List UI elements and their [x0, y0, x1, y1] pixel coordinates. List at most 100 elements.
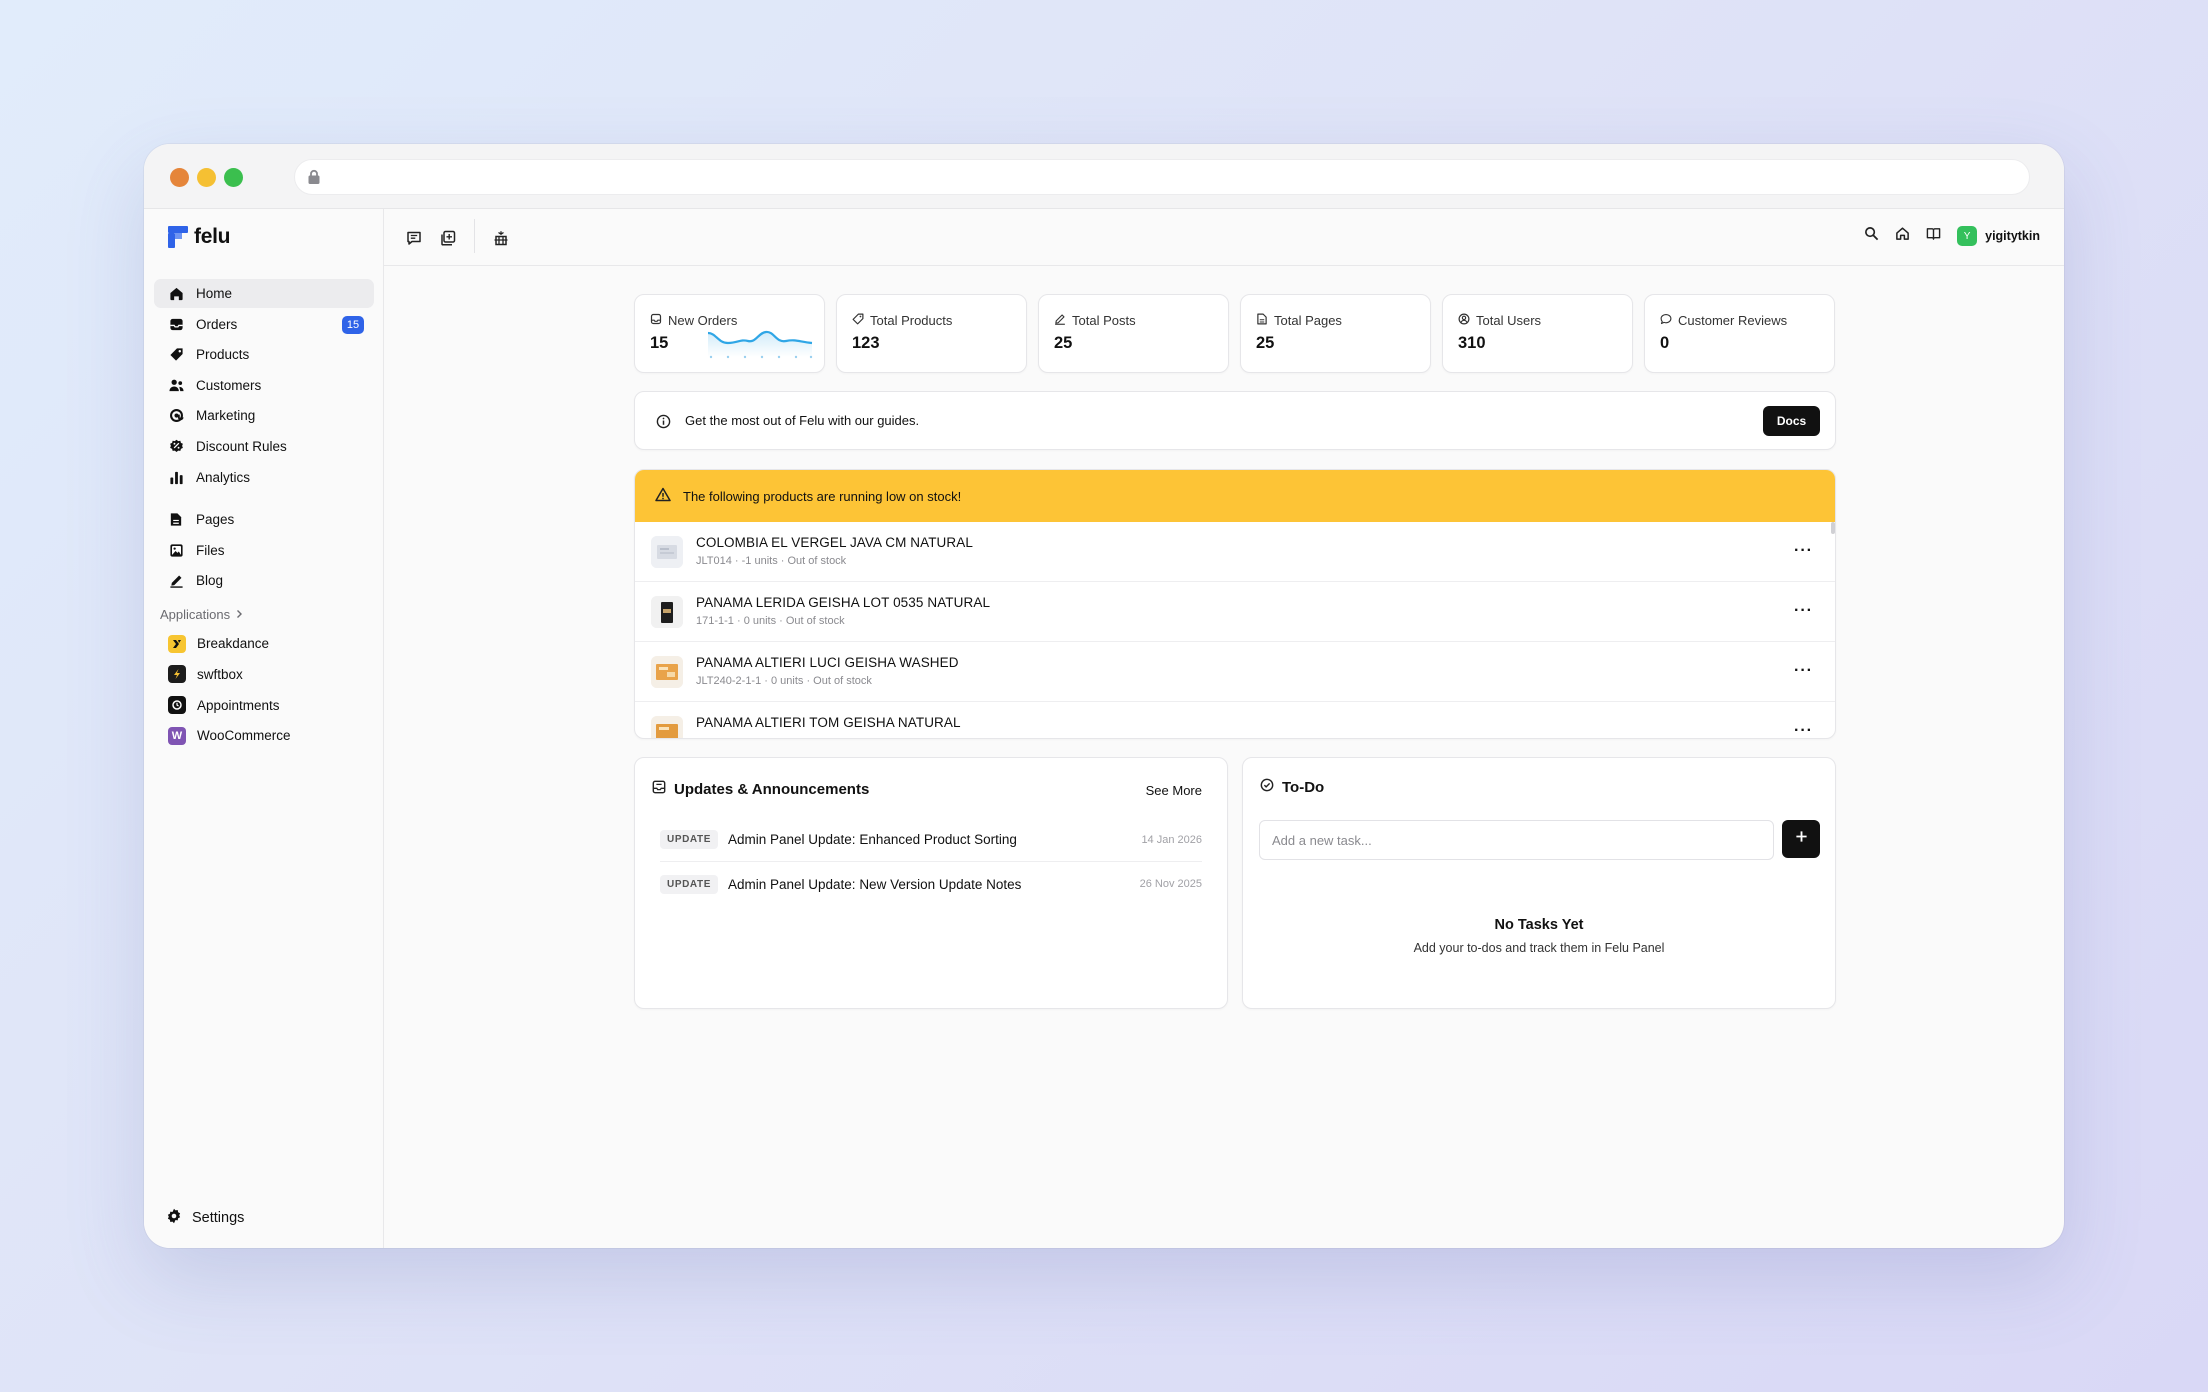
search-icon[interactable]: [1864, 226, 1879, 246]
list-item[interactable]: UPDATE Admin Panel Update: New Version U…: [660, 862, 1202, 906]
stat-label: New Orders: [650, 313, 737, 328]
chat-icon: [1660, 313, 1672, 328]
stat-label-text: Total Users: [1476, 313, 1542, 328]
todo-title: To-Do: [1260, 778, 1324, 796]
list-item[interactable]: PANAMA ALTIERI LUCI GEISHA WASHED JLT240…: [635, 642, 1835, 702]
sidebar-item-label: WooCommerce: [197, 728, 291, 744]
stat-label: Customer Reviews: [1660, 313, 1787, 328]
maximize-window-button[interactable]: [224, 168, 243, 187]
sidebar-item-label: Pages: [196, 512, 235, 528]
avatar[interactable]: Y: [1957, 226, 1978, 246]
page-icon: [168, 512, 184, 528]
more-options-icon[interactable]: ···: [1794, 662, 1813, 680]
stat-value: 25: [1054, 334, 1073, 352]
stat-label-text: Total Pages: [1274, 313, 1342, 328]
sidebar-item-label: Products: [196, 347, 250, 363]
sidebar-item-home[interactable]: Home: [154, 279, 374, 308]
info-icon: [656, 414, 671, 434]
sidebar-item-pages[interactable]: Pages: [154, 505, 374, 534]
discount-icon: [168, 438, 184, 454]
stat-label: Total Pages: [1256, 313, 1342, 328]
stat-card-total-users[interactable]: Total Users 310: [1442, 294, 1633, 373]
at-icon: [168, 408, 184, 424]
sidebar-item-blog[interactable]: Blog: [154, 566, 374, 595]
sidebar-item-label: Appointments: [197, 697, 280, 713]
top-bar: Y yigitytkin: [384, 209, 2064, 266]
stat-card-total-products[interactable]: Total Products 123: [836, 294, 1027, 373]
woocommerce-icon: W: [168, 726, 186, 745]
product-name: COLOMBIA EL VERGEL JAVA CM NATURAL: [696, 535, 973, 550]
sidebar-item-marketing[interactable]: Marketing: [154, 401, 374, 430]
sidebar-nav: Home Orders 15 Products Customers Market…: [154, 279, 374, 752]
sidebar-item-analytics[interactable]: Analytics: [154, 463, 374, 492]
stat-card-customer-reviews[interactable]: Customer Reviews 0: [1644, 294, 1835, 373]
stat-value: 0: [1660, 334, 1670, 352]
sidebar-item-label: Customers: [196, 377, 262, 393]
sidebar-item-swftbox[interactable]: swftbox: [154, 660, 374, 689]
more-options-icon[interactable]: ···: [1794, 602, 1813, 620]
sidebar-item-appointments[interactable]: Appointments: [154, 691, 374, 720]
stat-card-total-pages[interactable]: Total Pages 25: [1240, 294, 1431, 373]
sidebar-item-orders[interactable]: Orders 15: [154, 310, 374, 339]
stat-card-total-posts[interactable]: Total Posts 25: [1038, 294, 1229, 373]
inbox-icon: [168, 316, 184, 332]
list-item[interactable]: COLOMBIA EL VERGEL JAVA CM NATURAL JLT01…: [635, 522, 1835, 582]
announcement-icon: [652, 780, 666, 798]
docs-button[interactable]: Docs: [1763, 406, 1820, 436]
update-tag: UPDATE: [660, 874, 718, 894]
update-date: 26 Nov 2025: [1139, 878, 1202, 890]
tag-icon: [168, 347, 184, 363]
sidebar-item-label: Breakdance: [197, 636, 270, 652]
product-meta: JLT240-2-1-1 · 0 units · Out of stock: [696, 675, 872, 687]
sidebar-item-label: Home: [196, 286, 233, 301]
sidebar-item-label: Files: [196, 542, 225, 558]
sidebar-item-woocommerce[interactable]: W WooCommerce: [154, 721, 374, 750]
update-tag: UPDATE: [660, 830, 718, 849]
home-icon[interactable]: [1895, 226, 1910, 246]
sidebar-item-label: Analytics: [196, 469, 251, 485]
toolbar-divider: [474, 219, 475, 253]
add-task-button[interactable]: [1782, 820, 1820, 858]
new-task-input[interactable]: [1259, 820, 1774, 860]
stat-label-text: Total Products: [870, 313, 953, 328]
product-meta: JLT014 · -1 units · Out of stock: [696, 555, 847, 567]
list-item[interactable]: UPDATE Admin Panel Update: Enhanced Prod…: [660, 818, 1202, 862]
brand-logo[interactable]: felu: [168, 225, 230, 249]
stat-label: Total Posts: [1054, 313, 1136, 328]
product-thumbnail: [651, 536, 683, 568]
guides-text: Get the most out of Felu with our guides…: [685, 413, 920, 428]
comments-icon[interactable]: [406, 230, 422, 251]
book-icon[interactable]: [1926, 226, 1941, 246]
quick-actions: [406, 219, 509, 253]
stat-label-text: New Orders: [668, 313, 738, 328]
product-name: PANAMA LERIDA GEISHA LOT 0535 NATURAL: [696, 595, 991, 610]
address-bar[interactable]: [294, 159, 2030, 195]
sidebar-item-settings[interactable]: Settings: [166, 1208, 244, 1228]
browser-window: felu Home Orders 15 Products Customers M…: [144, 144, 2064, 1248]
settings-label: Settings: [192, 1210, 245, 1226]
stat-label: Total Products: [852, 313, 952, 328]
todo-panel: To-Do No Tasks Yet Add your to-dos and t…: [1242, 757, 1836, 1009]
applications-section-toggle[interactable]: Applications: [154, 601, 374, 627]
see-more-link[interactable]: See More: [1146, 783, 1202, 798]
home-icon: [168, 286, 184, 302]
sidebar-item-products[interactable]: Products: [154, 340, 374, 369]
sidebar-item-files[interactable]: Files: [154, 536, 374, 565]
sidebar-item-customers[interactable]: Customers: [154, 371, 374, 400]
more-options-icon[interactable]: ···: [1794, 722, 1813, 738]
list-item[interactable]: PANAMA ALTIERI TOM GEISHA NATURAL ···: [635, 702, 1835, 738]
stat-value: 310: [1458, 334, 1486, 352]
stat-card-new-orders[interactable]: New Orders 15: [634, 294, 825, 373]
pen-icon: [168, 573, 184, 589]
minimize-window-button[interactable]: [197, 168, 216, 187]
sidebar-item-label: swftbox: [197, 666, 243, 682]
sidebar-item-breakdance[interactable]: Breakdance: [154, 629, 374, 658]
username[interactable]: yigitytkin: [1985, 229, 2040, 243]
store-icon[interactable]: [493, 230, 509, 251]
more-options-icon[interactable]: ···: [1794, 542, 1813, 560]
sidebar-item-discount-rules[interactable]: Discount Rules: [154, 432, 374, 461]
list-item[interactable]: PANAMA LERIDA GEISHA LOT 0535 NATURAL 17…: [635, 582, 1835, 642]
stat-value: 15: [650, 334, 669, 352]
close-window-button[interactable]: [170, 168, 189, 187]
add-content-icon[interactable]: [440, 230, 456, 251]
